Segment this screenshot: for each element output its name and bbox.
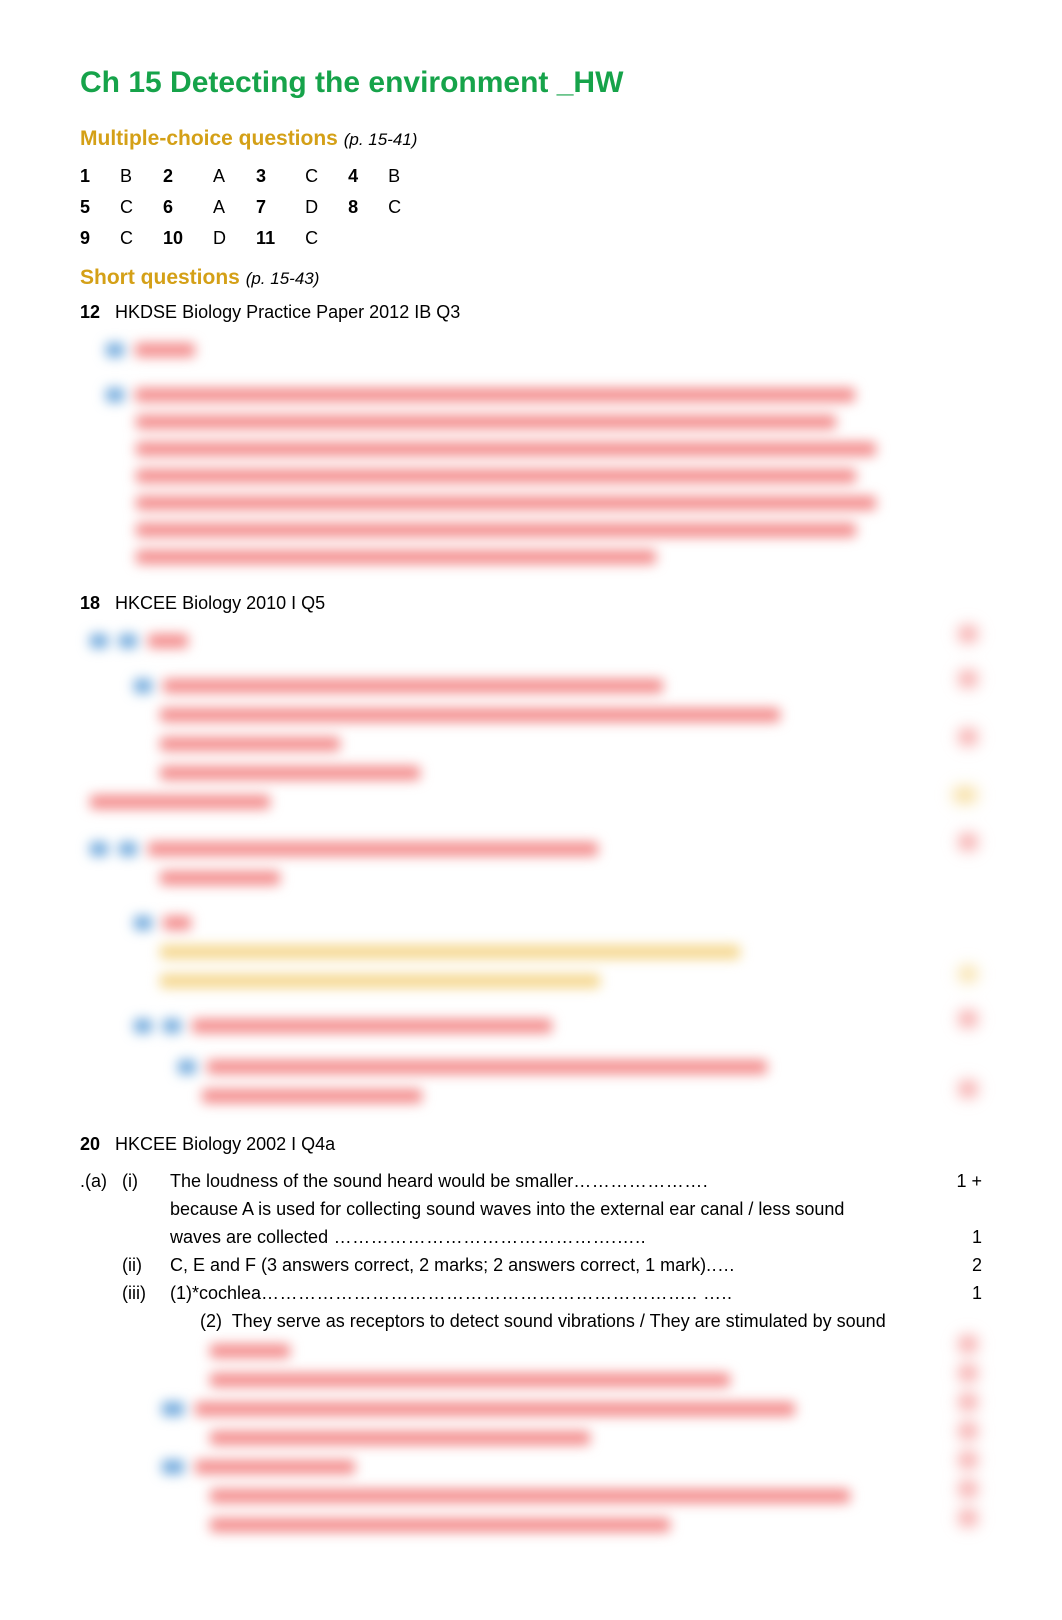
q20-a-iii-1-label: (1): [170, 1283, 192, 1303]
mc-num: 9: [80, 223, 120, 254]
q20-a-iii-label: (iii): [122, 1280, 170, 1307]
q20-a-ii-text: C, E and F (3 answers correct, 2 marks; …: [170, 1255, 706, 1275]
q20-a-iii-1-text: *cochlea: [192, 1283, 261, 1303]
q20-a-i-line2: because A is used for collecting sound w…: [170, 1199, 844, 1219]
mc-num: 8: [348, 192, 388, 223]
mc-answers-table: 1 B 2 A 3 C 4 B 5 C 6 A 7 D 8 C 9 C 10 D…: [80, 161, 431, 254]
dots: ……………………………………….…..: [328, 1227, 646, 1247]
mc-heading: Multiple-choice questions (p. 15-41): [80, 123, 982, 155]
q18-text: HKCEE Biology 2010 I Q5: [115, 593, 325, 613]
q20-a-ii-label: (ii): [122, 1252, 170, 1279]
mc-num: 4: [348, 161, 388, 192]
table-row: 1 B 2 A 3 C 4 B: [80, 161, 431, 192]
mc-ans: C: [120, 192, 163, 223]
mark: 1: [972, 1224, 982, 1251]
q20-a-i-line1: The loudness of the sound heard would be…: [170, 1171, 573, 1191]
mark: 1 +: [956, 1168, 982, 1195]
mc-ans: C: [388, 192, 431, 223]
mc-num: 10: [163, 223, 213, 254]
mc-ans: B: [120, 161, 163, 192]
q12-text: HKDSE Biology Practice Paper 2012 IB Q3: [115, 302, 460, 322]
blurred-content-q12: [106, 336, 982, 570]
q20-num: 20: [80, 1134, 100, 1154]
q20-a-iii-2-label: (2): [200, 1311, 222, 1331]
sq-heading: Short questions (p. 15-43): [80, 262, 982, 294]
mark: 1: [972, 1280, 982, 1307]
mc-ans: D: [305, 192, 348, 223]
q20-a-iii-2-text: They serve as receptors to detect sound …: [232, 1311, 886, 1331]
blurred-content-q18: [90, 627, 982, 1111]
q20-text: HKCEE Biology 2002 I Q4a: [115, 1134, 335, 1154]
q20-a-label: .(a): [80, 1168, 122, 1195]
mc-ans: A: [213, 192, 256, 223]
mc-ans: C: [305, 161, 348, 192]
page-title: Ch 15 Detecting the environment _HW: [80, 60, 982, 105]
dots: ………………….: [573, 1171, 708, 1191]
mc-ans: D: [213, 223, 256, 254]
q12-line: 12 HKDSE Biology Practice Paper 2012 IB …: [80, 299, 982, 326]
sq-page-ref: (p. 15-43): [246, 269, 320, 288]
q18-num: 18: [80, 593, 100, 613]
q20-body: .(a) (i) The loudness of the sound heard…: [80, 1168, 982, 1335]
q20-a-i-label: (i): [122, 1168, 170, 1195]
mc-num: 6: [163, 192, 213, 223]
mc-ans: C: [120, 223, 163, 254]
mark: 2: [972, 1252, 982, 1279]
table-row: 9 C 10 D 11 C: [80, 223, 431, 254]
dots: …………………………………………………………….. …..: [261, 1283, 733, 1303]
mc-page-ref: (p. 15-41): [344, 130, 418, 149]
mc-num: 11: [256, 223, 305, 254]
q20-line: 20 HKCEE Biology 2002 I Q4a: [80, 1131, 982, 1158]
mc-ans: A: [213, 161, 256, 192]
blurred-content-tail: [210, 1337, 982, 1540]
q18-line: 18 HKCEE Biology 2010 I Q5: [80, 590, 982, 617]
dots: ..…: [706, 1255, 736, 1275]
sq-heading-text: Short questions: [80, 266, 240, 289]
mc-num: 1: [80, 161, 120, 192]
mc-num: 3: [256, 161, 305, 192]
mc-num: 2: [163, 161, 213, 192]
mc-num: 5: [80, 192, 120, 223]
table-row: 5 C 6 A 7 D 8 C: [80, 192, 431, 223]
mc-num: 7: [256, 192, 305, 223]
mc-ans: C: [305, 223, 348, 254]
q12-num: 12: [80, 302, 100, 322]
q20-a-i-line3: waves are collected: [170, 1227, 328, 1247]
mc-heading-text: Multiple-choice questions: [80, 127, 338, 150]
mc-ans: B: [388, 161, 431, 192]
